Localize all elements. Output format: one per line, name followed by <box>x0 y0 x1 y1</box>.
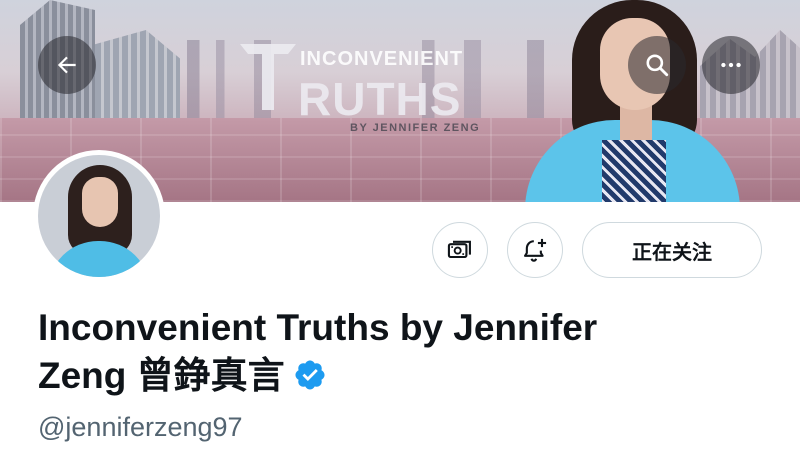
avatar-image <box>38 155 160 277</box>
search-button[interactable] <box>628 36 686 94</box>
profile-name-line-2-wrap: Zeng 曾錚真言 <box>38 352 738 400</box>
following-button[interactable]: 正在关注 <box>582 222 762 278</box>
profile-handle: @jenniferzeng97 <box>38 412 243 442</box>
profile-name-line-2: Zeng 曾錚真言 <box>38 355 285 396</box>
bell-plus-icon <box>524 238 547 262</box>
back-button[interactable] <box>38 36 96 94</box>
subscription-icon <box>447 240 471 259</box>
avatar[interactable] <box>33 150 165 282</box>
banner-portrait <box>520 0 750 202</box>
logo-line-3: BY JENNIFER ZENG <box>350 122 481 134</box>
verified-badge-icon[interactable] <box>293 358 327 392</box>
profile-name: Inconvenient Truths by Jennifer Zeng 曾錚真… <box>38 304 738 400</box>
more-button[interactable] <box>702 36 760 94</box>
logo-line-1: INCONVENIENT <box>300 48 464 70</box>
profile-name-line-1: Inconvenient Truths by Jennifer <box>38 307 598 348</box>
logo-line-2: RUTHS <box>298 73 462 125</box>
subscribe-button[interactable] <box>432 222 488 278</box>
search-icon <box>646 54 669 77</box>
banner-logo: INCONVENIENT RUTHS BY JENNIFER ZENG <box>238 40 508 140</box>
logo-t-mark <box>240 44 296 110</box>
arrow-left-icon <box>57 56 76 74</box>
more-horizontal-icon <box>721 62 741 68</box>
notifications-button[interactable] <box>507 222 563 278</box>
